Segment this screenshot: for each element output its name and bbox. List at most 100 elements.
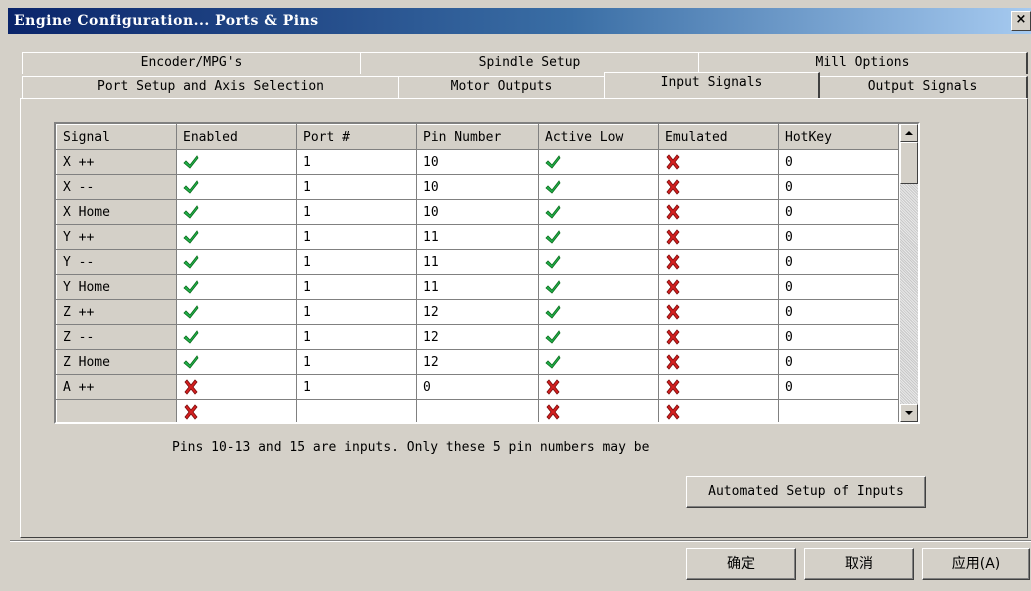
- cell-port[interactable]: 1: [296, 324, 417, 350]
- cell-signal[interactable]: X Home: [56, 199, 177, 225]
- cell-signal[interactable]: X ++: [56, 149, 177, 175]
- vertical-scrollbar[interactable]: [900, 124, 918, 422]
- cell-port[interactable]: 1: [296, 299, 417, 325]
- cell-signal[interactable]: X --: [56, 174, 177, 200]
- cell-active-low[interactable]: [538, 274, 659, 300]
- cell-pin-number[interactable]: 11: [416, 274, 539, 300]
- tab-encoder-mpg[interactable]: Encoder/MPG's: [22, 52, 362, 74]
- cell-pin-number[interactable]: 0: [416, 374, 539, 400]
- cell-pin-number[interactable]: [416, 399, 539, 422]
- cell-enabled[interactable]: [176, 374, 297, 400]
- cell-enabled[interactable]: [176, 349, 297, 375]
- cell-active-low[interactable]: [538, 224, 659, 250]
- cell-enabled[interactable]: [176, 274, 297, 300]
- table-row[interactable]: Z Home 1 12 0: [56, 349, 899, 375]
- cell-signal[interactable]: Y ++: [56, 224, 177, 250]
- cell-signal[interactable]: Y --: [56, 249, 177, 275]
- signals-grid[interactable]: Signal Enabled Port # Pin Number Active …: [54, 122, 920, 424]
- cell-emulated[interactable]: [658, 299, 779, 325]
- cell-emulated[interactable]: [658, 249, 779, 275]
- table-row[interactable]: [56, 399, 899, 422]
- cell-hotkey[interactable]: 0: [778, 274, 899, 300]
- cell-active-low[interactable]: [538, 299, 659, 325]
- cell-hotkey[interactable]: 0: [778, 299, 899, 325]
- cell-hotkey[interactable]: 0: [778, 374, 899, 400]
- cell-emulated[interactable]: [658, 199, 779, 225]
- cell-pin-number[interactable]: 11: [416, 249, 539, 275]
- table-row[interactable]: X ++ 1 10 0: [56, 149, 899, 175]
- cell-pin-number[interactable]: 12: [416, 349, 539, 375]
- cell-hotkey[interactable]: 0: [778, 174, 899, 200]
- scroll-thumb[interactable]: [900, 142, 918, 184]
- col-header-port[interactable]: Port #: [296, 124, 417, 150]
- cell-pin-number[interactable]: 10: [416, 174, 539, 200]
- tab-output-signals[interactable]: Output Signals: [818, 76, 1028, 98]
- cell-enabled[interactable]: [176, 174, 297, 200]
- cell-emulated[interactable]: [658, 374, 779, 400]
- cell-hotkey[interactable]: [778, 399, 899, 422]
- cell-active-low[interactable]: [538, 349, 659, 375]
- cell-enabled[interactable]: [176, 249, 297, 275]
- cell-pin-number[interactable]: 10: [416, 149, 539, 175]
- col-header-emulated[interactable]: Emulated: [658, 124, 779, 150]
- cell-port[interactable]: 1: [296, 249, 417, 275]
- cell-port[interactable]: [296, 399, 417, 422]
- cell-active-low[interactable]: [538, 174, 659, 200]
- col-header-pin-number[interactable]: Pin Number: [416, 124, 539, 150]
- cell-active-low[interactable]: [538, 249, 659, 275]
- cell-signal[interactable]: Y Home: [56, 274, 177, 300]
- table-row[interactable]: X -- 1 10 0: [56, 174, 899, 200]
- cell-signal[interactable]: [56, 399, 177, 422]
- cell-emulated[interactable]: [658, 399, 779, 422]
- cell-hotkey[interactable]: 0: [778, 224, 899, 250]
- cell-emulated[interactable]: [658, 349, 779, 375]
- cell-enabled[interactable]: [176, 299, 297, 325]
- cell-hotkey[interactable]: 0: [778, 324, 899, 350]
- cell-pin-number[interactable]: 12: [416, 299, 539, 325]
- cell-hotkey[interactable]: 0: [778, 199, 899, 225]
- cell-active-low[interactable]: [538, 199, 659, 225]
- tab-mill-options[interactable]: Mill Options: [698, 52, 1028, 74]
- cell-enabled[interactable]: [176, 224, 297, 250]
- tab-spindle-setup[interactable]: Spindle Setup: [360, 52, 700, 74]
- cell-active-low[interactable]: [538, 324, 659, 350]
- table-row[interactable]: Z ++ 1 12 0: [56, 299, 899, 325]
- table-row[interactable]: Z -- 1 12 0: [56, 324, 899, 350]
- scroll-down-arrow-icon[interactable]: [900, 404, 918, 422]
- cell-enabled[interactable]: [176, 399, 297, 422]
- cell-active-low[interactable]: [538, 149, 659, 175]
- cancel-button[interactable]: 取消: [804, 548, 914, 580]
- cell-pin-number[interactable]: 12: [416, 324, 539, 350]
- col-header-active-low[interactable]: Active Low: [538, 124, 659, 150]
- cell-hotkey[interactable]: 0: [778, 249, 899, 275]
- col-header-enabled[interactable]: Enabled: [176, 124, 297, 150]
- cell-active-low[interactable]: [538, 374, 659, 400]
- cell-enabled[interactable]: [176, 149, 297, 175]
- cell-signal[interactable]: Z --: [56, 324, 177, 350]
- cell-port[interactable]: 1: [296, 224, 417, 250]
- table-row[interactable]: A ++ 1 0 0: [56, 374, 899, 400]
- close-button[interactable]: ×: [1011, 11, 1031, 31]
- cell-hotkey[interactable]: 0: [778, 349, 899, 375]
- cell-emulated[interactable]: [658, 224, 779, 250]
- cell-port[interactable]: 1: [296, 374, 417, 400]
- cell-emulated[interactable]: [658, 174, 779, 200]
- cell-port[interactable]: 1: [296, 274, 417, 300]
- cell-enabled[interactable]: [176, 324, 297, 350]
- cell-port[interactable]: 1: [296, 149, 417, 175]
- cell-pin-number[interactable]: 11: [416, 224, 539, 250]
- ok-button[interactable]: 确定: [686, 548, 796, 580]
- tab-port-setup[interactable]: Port Setup and Axis Selection: [22, 76, 400, 98]
- cell-pin-number[interactable]: 10: [416, 199, 539, 225]
- tab-motor-outputs[interactable]: Motor Outputs: [398, 76, 606, 98]
- table-row[interactable]: Y -- 1 11 0: [56, 249, 899, 275]
- cell-port[interactable]: 1: [296, 349, 417, 375]
- cell-emulated[interactable]: [658, 324, 779, 350]
- col-header-signal[interactable]: Signal: [56, 124, 177, 150]
- cell-emulated[interactable]: [658, 149, 779, 175]
- scroll-up-arrow-icon[interactable]: [900, 124, 918, 142]
- table-row[interactable]: Y ++ 1 11 0: [56, 224, 899, 250]
- cell-signal[interactable]: A ++: [56, 374, 177, 400]
- cell-port[interactable]: 1: [296, 199, 417, 225]
- cell-port[interactable]: 1: [296, 174, 417, 200]
